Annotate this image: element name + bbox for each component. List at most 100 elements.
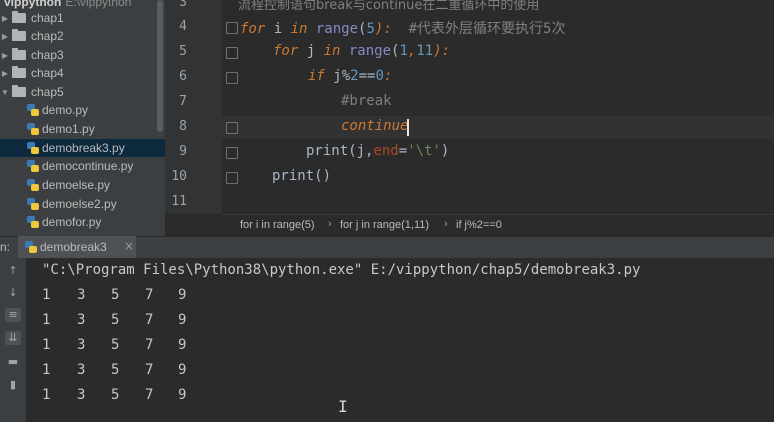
- tree-scrollbar[interactable]: [157, 0, 163, 132]
- tree-file-democontinue[interactable]: democontinue.py: [0, 157, 165, 175]
- output-value: 9: [178, 362, 187, 378]
- tree-file-demo[interactable]: demo.py: [0, 101, 165, 119]
- output-value: 7: [145, 337, 154, 353]
- scroll-to-end-icon[interactable]: ⇊: [5, 331, 21, 345]
- console-command: "C:\Program Files\Python38\python.exe" E…: [42, 262, 641, 278]
- output-value: 1: [42, 287, 51, 303]
- code-line-10: print(): [272, 168, 332, 184]
- folder-label: chap5: [31, 85, 64, 99]
- chevron-right-icon[interactable]: ▶: [0, 51, 10, 60]
- output-value: 9: [178, 337, 187, 353]
- code-line-6: if j%2==0:: [308, 68, 393, 84]
- line-number: 4: [179, 19, 187, 34]
- python-file-icon: [27, 160, 39, 172]
- python-file-icon: [27, 198, 39, 210]
- breadcrumb-item[interactable]: if j%2==0: [456, 219, 502, 231]
- current-line-highlight: [222, 116, 774, 139]
- tree-file-demoelse[interactable]: demoelse.py: [0, 176, 165, 194]
- python-file-icon: [27, 216, 39, 228]
- tree-folder-chap1[interactable]: ▶ chap1: [0, 9, 165, 27]
- code-line-4: for i in range(5): #代表外层循环要执行5次: [240, 21, 566, 37]
- chevron-right-icon[interactable]: ▶: [0, 69, 10, 78]
- down-arrow-icon[interactable]: ↓: [5, 286, 21, 300]
- breadcrumb-item[interactable]: for i in range(5): [240, 219, 315, 231]
- fold-end-icon[interactable]: [226, 147, 238, 159]
- folder-icon: [12, 29, 26, 41]
- file-label: demoelse2.py: [42, 197, 117, 211]
- tree-folder-chap4[interactable]: ▶ chap4: [0, 64, 165, 82]
- folder-label: chap2: [31, 29, 64, 43]
- python-file-icon: [27, 179, 39, 191]
- file-label: demoelse.py: [42, 178, 111, 192]
- folder-icon: [12, 48, 26, 60]
- output-value: 9: [178, 312, 187, 328]
- chevron-down-icon[interactable]: ▼: [0, 88, 10, 97]
- line-number: 7: [179, 94, 187, 109]
- folder-icon: [12, 66, 26, 78]
- output-value: 3: [77, 312, 86, 328]
- output-value: 7: [145, 362, 154, 378]
- root-name: vippython: [4, 0, 62, 9]
- tree-file-demobreak3[interactable]: demobreak3.py: [0, 139, 165, 157]
- breadcrumb-separator-icon: ›: [444, 218, 448, 230]
- output-value: 3: [77, 362, 86, 378]
- fold-end-icon[interactable]: [226, 122, 238, 134]
- trash-icon[interactable]: ▮: [5, 378, 21, 392]
- output-value: 7: [145, 312, 154, 328]
- up-arrow-icon[interactable]: ↑: [5, 264, 21, 278]
- breadcrumb-item[interactable]: for j in range(1,11): [340, 219, 429, 231]
- python-file-icon: [27, 142, 39, 154]
- breadcrumb: for i in range(5) › for j in range(1,11)…: [222, 214, 774, 237]
- output-value: 1: [42, 387, 51, 403]
- output-value: 3: [77, 287, 86, 303]
- output-value: 5: [111, 337, 120, 353]
- folder-icon: [12, 11, 26, 23]
- file-label: demo1.py: [42, 122, 95, 136]
- output-value: 9: [178, 387, 187, 403]
- text-caret: [407, 119, 409, 136]
- output-value: 1: [42, 312, 51, 328]
- tree-file-demofor[interactable]: demofor.py: [0, 213, 165, 231]
- fold-end-icon[interactable]: [226, 172, 238, 184]
- output-value: 9: [178, 287, 187, 303]
- code-line-5: for j in range(1,11):: [273, 43, 451, 59]
- file-label: democontinue.py: [42, 159, 134, 173]
- tree-folder-chap3[interactable]: ▶ chap3: [0, 46, 165, 64]
- output-value: 1: [42, 362, 51, 378]
- chevron-right-icon[interactable]: ▶: [0, 32, 10, 41]
- line-number: 11: [171, 194, 187, 209]
- root-path: E:\vippython: [65, 0, 132, 9]
- fold-toggle-icon[interactable]: [226, 47, 238, 59]
- file-label: demofor.py: [42, 215, 102, 229]
- run-tab-label: demobreak3: [40, 240, 107, 254]
- folder-label: chap4: [31, 66, 64, 80]
- fold-toggle-icon[interactable]: [226, 72, 238, 84]
- output-value: 3: [77, 387, 86, 403]
- output-value: 5: [111, 312, 120, 328]
- line-number: 3: [179, 0, 187, 10]
- close-icon[interactable]: ×: [124, 239, 134, 253]
- soft-wrap-icon[interactable]: ≡: [5, 308, 21, 322]
- chevron-right-icon[interactable]: ▶: [0, 14, 10, 23]
- tree-file-demoelse2[interactable]: demoelse2.py: [0, 195, 165, 213]
- fold-toggle-icon[interactable]: [226, 22, 238, 34]
- project-tree: vippython E:\vippython ▶ chap1 ▶ chap2 ▶…: [0, 0, 165, 236]
- line-number: 5: [179, 44, 187, 59]
- python-file-icon: [27, 104, 39, 116]
- folder-label: chap3: [31, 48, 64, 62]
- tree-folder-chap2[interactable]: ▶ chap2: [0, 27, 165, 45]
- tree-folder-chap5[interactable]: ▼ chap5: [0, 83, 165, 101]
- line-number: 9: [179, 144, 187, 159]
- line-number: 10: [171, 169, 187, 184]
- console-output[interactable]: [26, 258, 774, 422]
- line-number: 8: [179, 119, 187, 134]
- code-line-9: print(j,end='\t'): [306, 143, 450, 159]
- output-value: 5: [111, 387, 120, 403]
- line-number: 6: [179, 69, 187, 84]
- print-icon[interactable]: ▬: [5, 355, 21, 369]
- output-value: 7: [145, 387, 154, 403]
- code-line-7: #break: [341, 93, 392, 109]
- file-label: demobreak3.py: [42, 141, 125, 155]
- tree-file-demo1[interactable]: demo1.py: [0, 120, 165, 138]
- output-value: 3: [77, 337, 86, 353]
